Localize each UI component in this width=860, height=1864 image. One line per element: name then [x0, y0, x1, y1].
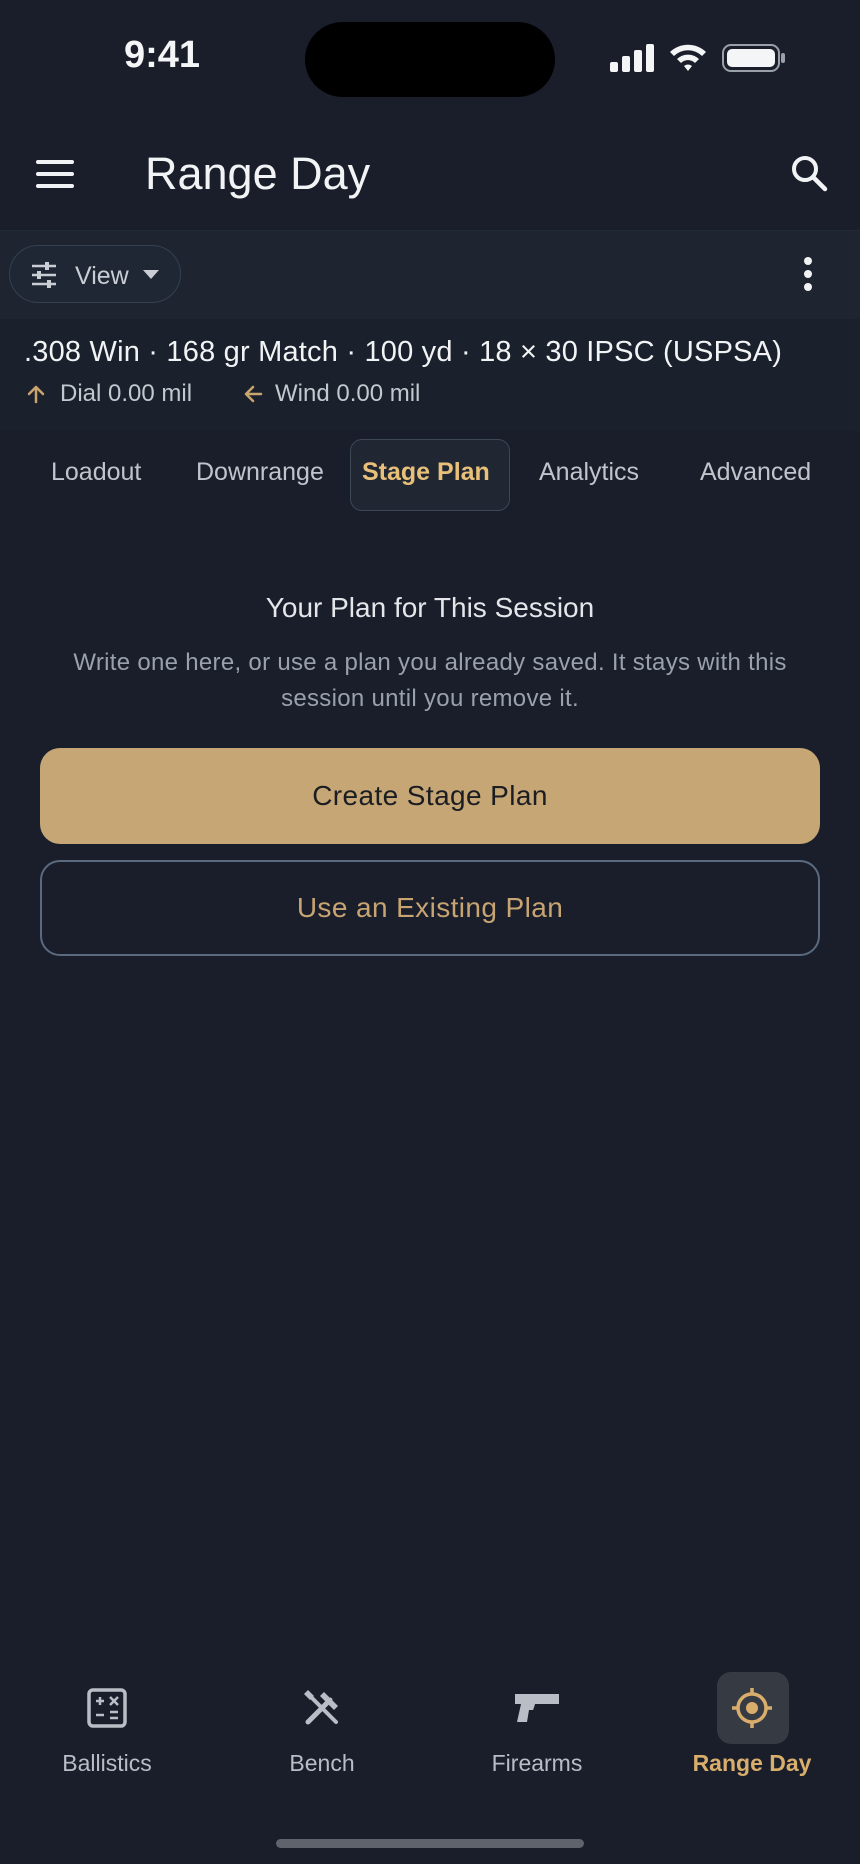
nav-firearms[interactable]: Firearms	[467, 1670, 607, 1800]
tab-loadout[interactable]: Loadout	[51, 458, 141, 487]
wind-value: Wind 0.00 mil	[275, 380, 421, 407]
nav-ballistics[interactable]: Ballistics	[37, 1670, 177, 1800]
tab-stage-plan[interactable]: Stage Plan	[362, 458, 490, 487]
cellular-signal-icon	[610, 44, 654, 72]
home-indicator	[276, 1839, 584, 1848]
tools-icon	[304, 1690, 338, 1725]
nav-label-firearms: Firearms	[491, 1750, 583, 1776]
page-title: Range Day	[145, 148, 371, 199]
dynamic-island	[305, 22, 555, 97]
arrow-left-icon	[244, 385, 263, 403]
search-icon[interactable]	[790, 154, 828, 192]
arrow-up-icon	[27, 385, 45, 404]
wifi-icon	[670, 44, 706, 71]
tab-advanced[interactable]: Advanced	[700, 458, 811, 487]
tab-downrange[interactable]: Downrange	[196, 458, 324, 487]
nav-label-ballistics: Ballistics	[62, 1750, 152, 1776]
nav-label-bench: Bench	[289, 1750, 355, 1776]
dial-value: Dial 0.00 mil	[60, 380, 193, 407]
plan-heading: Your Plan for This Session	[265, 592, 595, 623]
status-time: 9:41	[124, 34, 201, 76]
create-stage-plan-button[interactable]: Create Stage Plan	[40, 748, 820, 844]
menu-icon[interactable]	[36, 158, 76, 190]
view-label: View	[75, 262, 129, 290]
nav-label-range-day: Range Day	[692, 1750, 812, 1776]
pistol-icon	[515, 1694, 559, 1722]
target-icon	[732, 1688, 772, 1728]
calculator-icon	[87, 1688, 127, 1728]
chevron-down-icon	[143, 270, 159, 279]
tab-analytics[interactable]: Analytics	[539, 458, 639, 487]
use-existing-plan-button[interactable]: Use an Existing Plan	[40, 860, 820, 956]
nav-bench[interactable]: Bench	[252, 1670, 392, 1800]
more-options-icon[interactable]	[797, 255, 819, 293]
battery-icon	[722, 44, 785, 72]
plan-description: Write one here, or use a plan you alread…	[73, 649, 787, 712]
session-summary-title: .308 Win · 168 gr Match · 100 yd · 18 × …	[24, 336, 783, 368]
tune-icon	[32, 262, 56, 288]
nav-range-day[interactable]: Range Day	[682, 1670, 822, 1800]
